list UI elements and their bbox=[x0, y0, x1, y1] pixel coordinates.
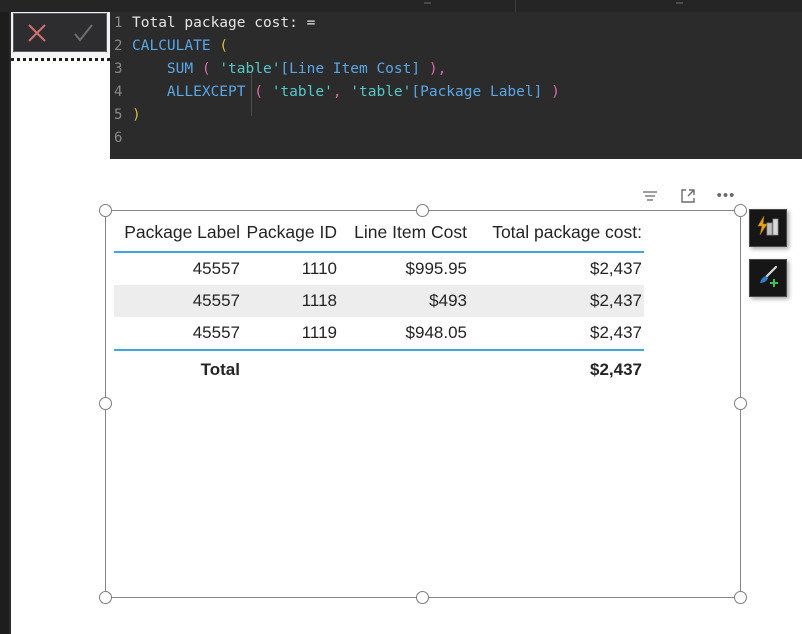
table-total-row: Total $2,437 bbox=[114, 350, 644, 386]
column-header-package-id[interactable]: Package ID bbox=[242, 216, 339, 252]
dax-token: 'table' bbox=[219, 61, 281, 77]
resize-handle-middle-left[interactable] bbox=[99, 397, 112, 410]
line-number: 5 bbox=[114, 107, 123, 123]
dax-token: ( bbox=[219, 38, 229, 54]
dax-code-lines: 1 Total package cost: = 2 CALCULATE (3 SUM … bbox=[110, 12, 802, 150]
dax-token: 'table' bbox=[271, 84, 333, 100]
resize-handle-top-right[interactable] bbox=[734, 204, 747, 217]
dax-token: 'table' bbox=[341, 84, 412, 100]
dax-token: , bbox=[437, 61, 447, 77]
total-package-cost-value: $2,437 bbox=[590, 360, 642, 379]
cell-package-id[interactable]: 1110 bbox=[242, 252, 339, 285]
lightning-bar-chart-icon bbox=[756, 214, 780, 243]
cell-package-id[interactable]: 1118 bbox=[242, 285, 339, 317]
paintbrush-plus-icon bbox=[756, 264, 780, 293]
left-rail bbox=[0, 12, 9, 634]
dax-token: ) bbox=[542, 84, 560, 100]
dax-token: ) bbox=[132, 107, 141, 123]
dax-formula-editor[interactable]: 1 Total package cost: = 2 CALCULATE (3 SUM … bbox=[110, 12, 802, 159]
cell-line-item-cost[interactable]: $493 bbox=[339, 285, 469, 317]
dax-code-line: 6 bbox=[110, 127, 802, 150]
table-body: 45557 1110 $995.95 $2,437 45557 1118 $493 $2,43… bbox=[114, 252, 644, 350]
table-visual[interactable]: Package Label Package ID Line Item Cost … bbox=[114, 216, 644, 386]
ribbon-separator bbox=[515, 0, 516, 12]
dax-token: ) bbox=[420, 61, 438, 77]
line-number: 2 bbox=[114, 38, 123, 54]
dax-token: ( bbox=[254, 84, 272, 100]
format-button[interactable] bbox=[749, 259, 787, 297]
table-row[interactable]: 45557 1110 $995.95 $2,437 bbox=[114, 252, 644, 285]
cell-package-label[interactable]: 45557 bbox=[114, 317, 242, 350]
line-number: 4 bbox=[114, 84, 123, 100]
cell-package-id[interactable]: 1119 bbox=[242, 317, 339, 350]
dax-token bbox=[132, 61, 167, 77]
dax-token: , bbox=[332, 84, 342, 100]
total-line-item-cost bbox=[339, 350, 469, 386]
ribbon-strip bbox=[0, 0, 802, 12]
column-header-total-package-cost[interactable]: Total package cost: bbox=[469, 216, 644, 252]
formula-bar-left-white bbox=[11, 61, 110, 161]
dax-token: SUM bbox=[166, 61, 202, 77]
checkmark-icon[interactable] bbox=[64, 16, 102, 50]
cell-total-package-cost[interactable]: $2,437 bbox=[469, 285, 644, 317]
cell-total-package-cost[interactable]: $2,437 bbox=[469, 252, 644, 285]
dax-code-line: 2 CALCULATE ( bbox=[110, 35, 802, 58]
dax-code-line: 1 Total package cost: = bbox=[110, 12, 802, 35]
table-row[interactable]: 45557 1119 $948.05 $2,437 bbox=[114, 317, 644, 350]
dax-token: Total package cost: = bbox=[132, 15, 316, 31]
resize-handle-top-center[interactable] bbox=[416, 204, 429, 217]
dax-token: ( bbox=[201, 61, 220, 77]
dax-code-text: ALLEXCEPT ( 'table', 'table'[Package Lab… bbox=[132, 81, 560, 104]
dax-token: [Package Label] bbox=[411, 84, 543, 100]
line-number: 6 bbox=[114, 130, 123, 146]
table-header-row: Package Label Package ID Line Item Cost … bbox=[114, 216, 644, 252]
table-row[interactable]: 45557 1118 $493 $2,437 bbox=[114, 285, 644, 317]
dax-code-text: CALCULATE ( bbox=[132, 35, 228, 58]
ribbon-glyph-remnant bbox=[676, 2, 683, 4]
dax-token: [Line Item Cost] bbox=[280, 61, 421, 77]
cell-line-item-cost[interactable]: $948.05 bbox=[339, 317, 469, 350]
dax-token: ALLEXCEPT bbox=[166, 84, 255, 100]
cell-package-label[interactable]: 45557 bbox=[114, 252, 242, 285]
formula-bar-dotted-divider bbox=[11, 58, 110, 61]
resize-handle-middle-right[interactable] bbox=[734, 397, 747, 410]
column-header-package-label[interactable]: Package Label bbox=[114, 216, 242, 252]
dax-code-text: SUM ( 'table'[Line Item Cost] ), bbox=[132, 58, 446, 81]
close-x-icon[interactable] bbox=[18, 16, 56, 50]
dax-code-line: 5) bbox=[110, 104, 802, 127]
dax-code-text: ) bbox=[132, 104, 141, 127]
resize-handle-bottom-center[interactable] bbox=[416, 591, 429, 604]
resize-handle-bottom-left[interactable] bbox=[99, 591, 112, 604]
dax-code-line: 3 SUM ( 'table'[Line Item Cost] ), bbox=[110, 58, 802, 81]
total-label: Total bbox=[200, 360, 240, 379]
analyze-button[interactable] bbox=[749, 209, 787, 247]
dax-token: CALCULATE bbox=[132, 38, 220, 54]
dax-code-line: 4 ALLEXCEPT ( 'table', 'table'[Package L… bbox=[110, 81, 802, 104]
visual-header-toolbar: ••• bbox=[640, 184, 740, 208]
line-number: 3 bbox=[114, 61, 123, 77]
resize-handle-bottom-right[interactable] bbox=[734, 591, 747, 604]
dax-token bbox=[132, 84, 167, 100]
column-header-line-item-cost[interactable]: Line Item Cost bbox=[339, 216, 469, 252]
formula-bar-actions bbox=[13, 13, 107, 52]
dax-code-text: Total package cost: = bbox=[132, 12, 315, 35]
ribbon-glyph-remnant bbox=[424, 2, 431, 4]
cell-line-item-cost[interactable]: $995.95 bbox=[339, 252, 469, 285]
cell-package-label[interactable]: 45557 bbox=[114, 285, 242, 317]
resize-handle-top-left[interactable] bbox=[99, 204, 112, 217]
filter-icon[interactable] bbox=[640, 186, 660, 206]
cell-total-package-cost[interactable]: $2,437 bbox=[469, 317, 644, 350]
focus-mode-icon[interactable] bbox=[678, 186, 698, 206]
more-options-icon[interactable]: ••• bbox=[716, 186, 736, 206]
line-number: 1 bbox=[114, 15, 123, 31]
total-package-id bbox=[242, 350, 339, 386]
